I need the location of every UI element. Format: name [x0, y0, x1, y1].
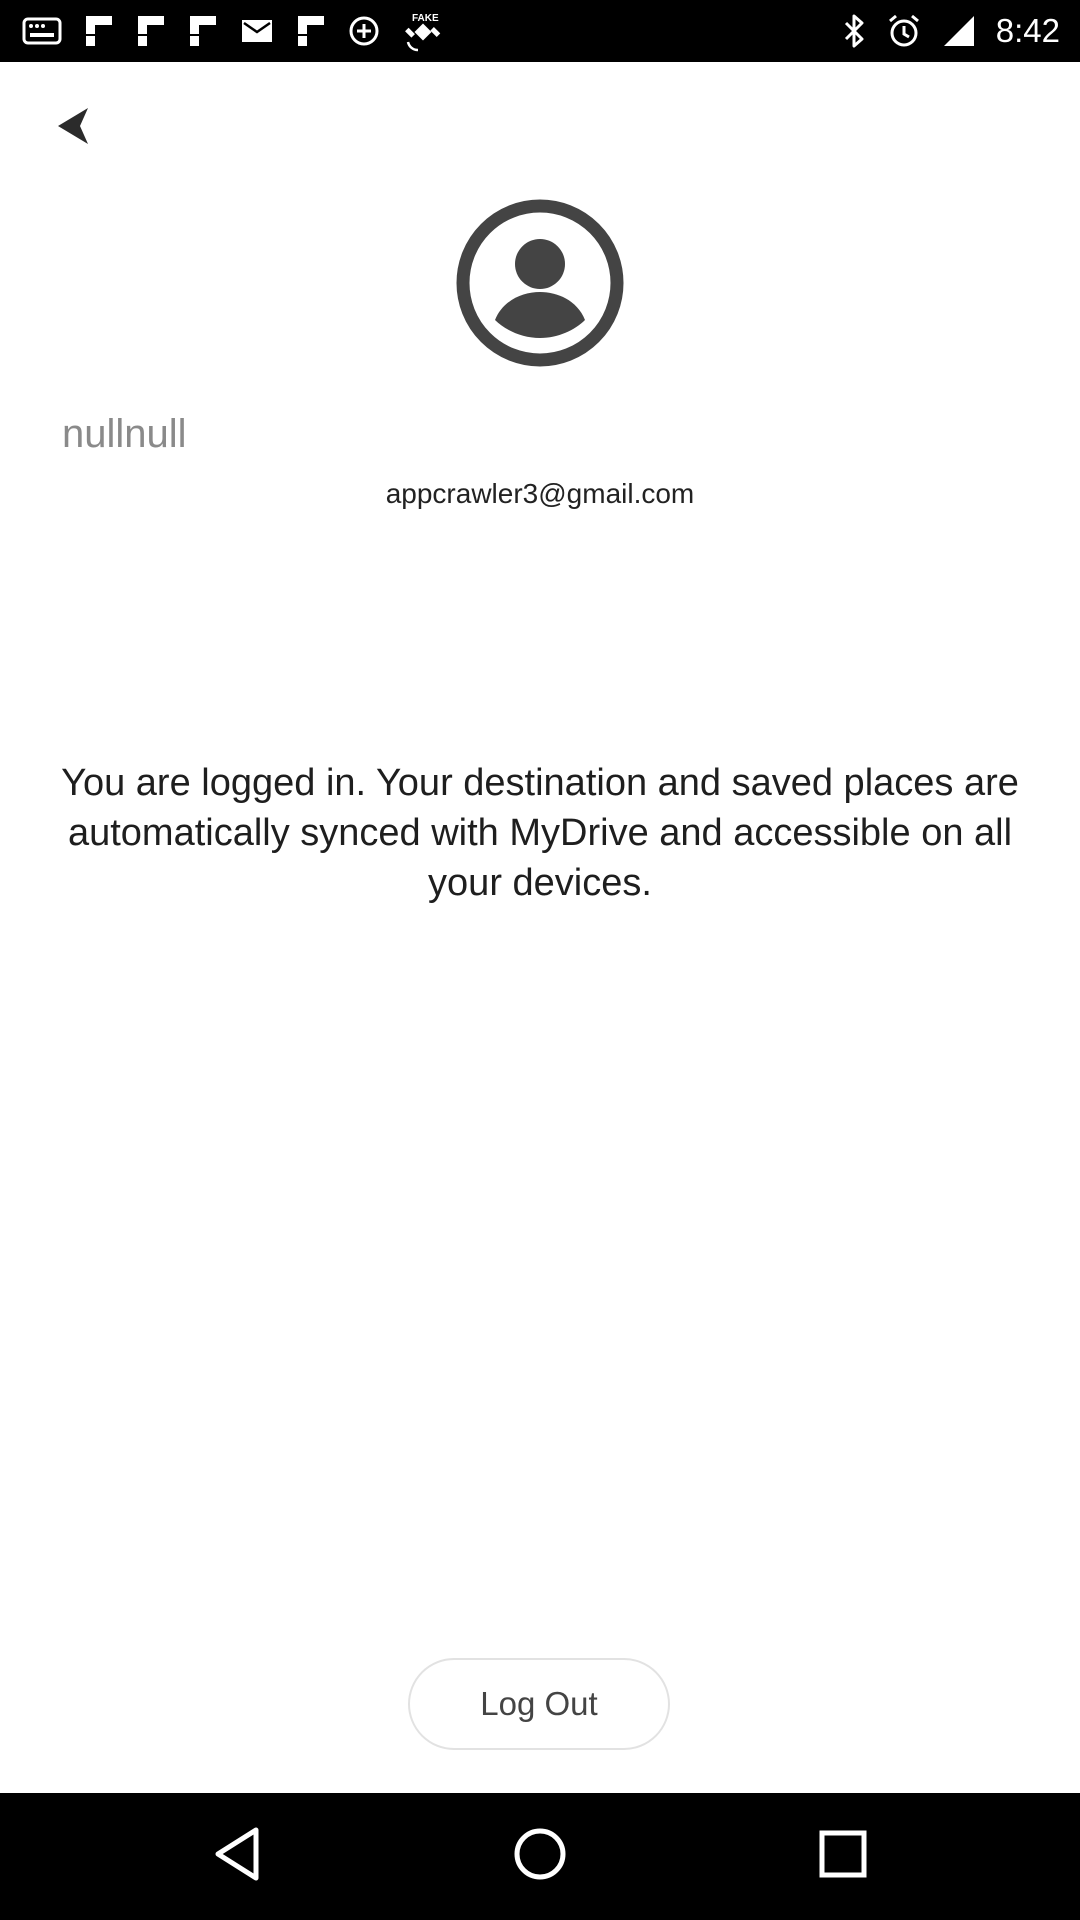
- screen-mirror-icon: [22, 16, 62, 46]
- bluetooth-icon: [842, 13, 866, 49]
- nav-home-button[interactable]: [507, 1823, 573, 1889]
- flipboard-icon: [296, 14, 326, 48]
- status-bar-system-icons: 8:42: [822, 8, 1060, 54]
- flipboard-icon: [136, 14, 166, 48]
- status-bar: FAKE 8:42: [0, 0, 1080, 62]
- user-name: nullnull: [62, 412, 187, 456]
- account-screen: nullnull appcrawler3@gmail.com You are l…: [0, 62, 1080, 1793]
- mail-icon: [240, 16, 274, 46]
- fake-gps-icon: FAKE: [402, 10, 446, 52]
- status-bar-notification-icons: FAKE: [22, 10, 468, 52]
- flipboard-icon: [188, 14, 218, 48]
- logout-button[interactable]: Log Out: [408, 1658, 670, 1750]
- alarm-icon: [886, 13, 922, 49]
- avatar: [455, 198, 625, 368]
- nav-back-button[interactable]: [204, 1823, 270, 1889]
- signal-icon: [942, 14, 976, 48]
- sync-status-message: You are logged in. Your destination and …: [61, 762, 1019, 904]
- back-button[interactable]: [44, 98, 104, 158]
- nav-back-icon: [212, 1826, 262, 1887]
- user-email: appcrawler3@gmail.com: [385, 478, 695, 509]
- clock: 8:42: [995, 12, 1060, 49]
- svg-text:FAKE: FAKE: [412, 13, 439, 24]
- navigation-bar: [0, 1793, 1080, 1920]
- account-circle-icon: [455, 199, 625, 372]
- back-arrow-icon: [56, 106, 92, 151]
- nav-recents-button[interactable]: [810, 1823, 876, 1889]
- flipboard-icon: [84, 14, 114, 48]
- nav-home-icon: [512, 1826, 568, 1887]
- data-saver-icon: [348, 15, 380, 47]
- nav-recents-icon: [818, 1829, 868, 1884]
